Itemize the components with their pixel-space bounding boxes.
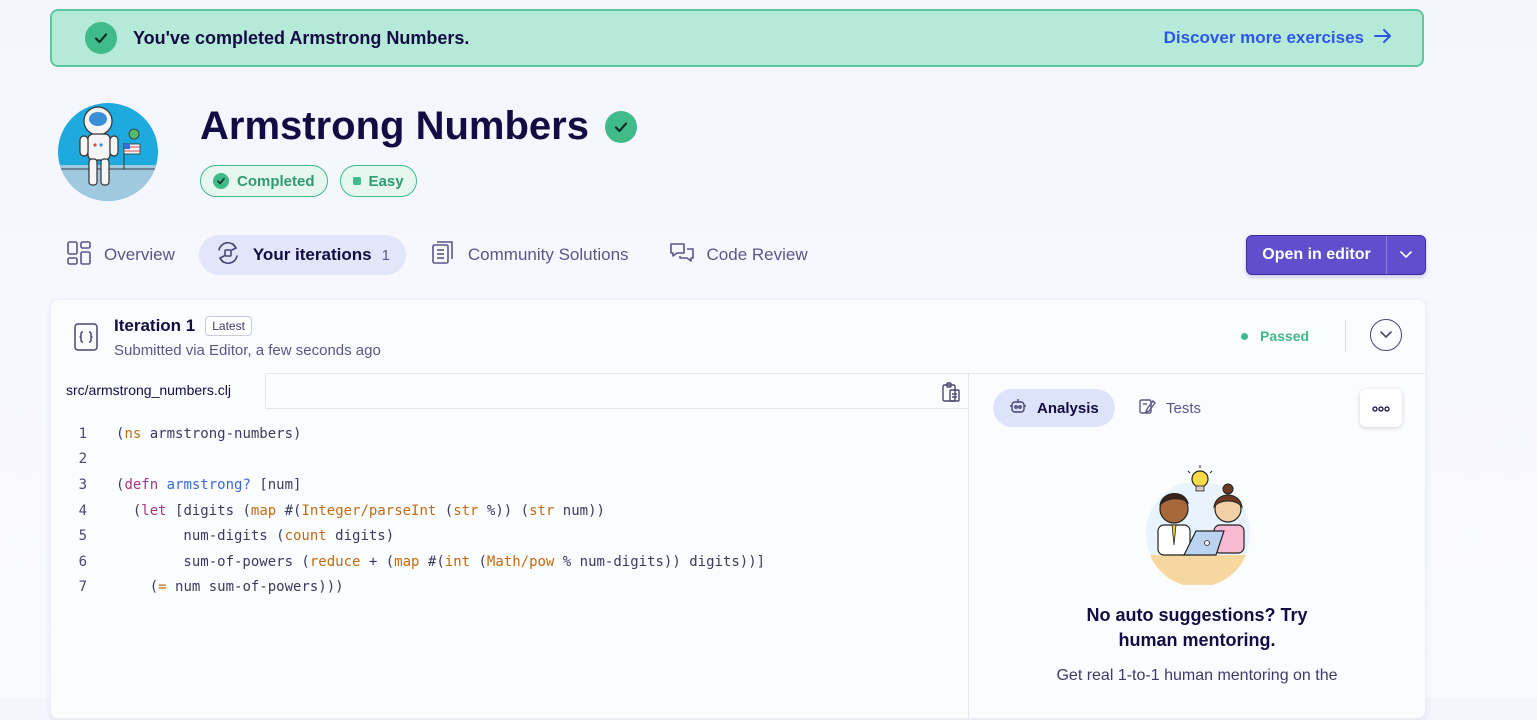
code-line: 2	[51, 447, 765, 473]
tab-community-solutions[interactable]: Community Solutions	[414, 235, 645, 275]
tab-your-iterations-label: Your iterations	[252, 245, 372, 264]
tab-your-iterations[interactable]: Your iterations 1	[198, 235, 406, 275]
tests-status-label: Passed	[1260, 328, 1310, 344]
tab-tests[interactable]: Tests	[1122, 389, 1217, 427]
code-line: 4 (let [digits (map #(Integer/parseInt (…	[51, 498, 765, 524]
iteration-title-row: Iteration 1 Latest	[114, 316, 252, 336]
tab-code-review[interactable]: Code Review	[653, 235, 824, 275]
completed-tag-label: Completed	[237, 172, 315, 190]
analysis-pane: Analysis Tests No auto suggestions? Try …	[969, 373, 1425, 720]
completed-tag: Completed	[200, 165, 328, 197]
line-number: 3	[78, 476, 87, 493]
mentoring-body: Get real 1-to-1 human mentoring on the	[1056, 667, 1338, 684]
expand-iteration-button[interactable]	[1370, 319, 1402, 351]
code-viewer: src/armstrong_numbers.clj 1 (ns armstrong…	[51, 373, 969, 720]
tab-overview-label: Overview	[104, 245, 175, 264]
exercise-tabs: Overview Your iterations 1 Community Sol…	[50, 235, 832, 275]
iterations-count: 1	[381, 246, 390, 264]
iteration-header: Iteration 1 Latest Submitted via Editor,…	[51, 300, 1425, 374]
code-line: 5 num-digits (count digits)	[51, 523, 765, 549]
code-block: 1 (ns armstrong-numbers) 2 3 (defn armstro…	[51, 421, 766, 601]
tab-overview[interactable]: Overview	[50, 235, 191, 275]
iterations-icon	[215, 240, 241, 271]
tests-status: Passed	[1241, 328, 1309, 344]
code-line: 3 (defn armstrong? [num]	[51, 472, 765, 498]
mentoring-illustration	[1138, 465, 1258, 587]
copy-to-clipboard-icon[interactable]	[942, 382, 960, 407]
file-tab[interactable]: src/armstrong_numbers.clj	[51, 373, 266, 409]
discover-more-link[interactable]: Discover more exercises	[1164, 28, 1392, 48]
code-file-icon	[74, 323, 98, 351]
line-number: 2	[78, 451, 87, 468]
chevron-down-icon	[1379, 326, 1393, 344]
code-line-text: (ns armstrong-numbers)	[116, 425, 302, 442]
exercise-title-row: Armstrong Numbers	[200, 104, 637, 149]
discover-more-label: Discover more exercises	[1163, 28, 1364, 47]
exercise-tags: Completed Easy	[200, 165, 417, 197]
iteration-title: Iteration 1	[114, 316, 196, 335]
completed-check-icon	[604, 110, 637, 143]
tab-community-solutions-label: Community Solutions	[467, 245, 629, 264]
difficulty-tag: Easy	[339, 165, 417, 197]
code-line: 7 (= num sum-of-powers)))	[51, 575, 765, 601]
difficulty-tag-label: Easy	[368, 172, 404, 190]
iteration-panel: Iteration 1 Latest Submitted via Editor,…	[50, 299, 1426, 720]
code-line-text: (let [digits (map #(Integer/parseInt (st…	[116, 502, 605, 519]
code-line-text: num-digits (count digits)	[116, 528, 395, 545]
latest-badge: Latest	[205, 316, 252, 336]
code-line-text: (defn armstrong? [num]	[116, 476, 302, 493]
line-number: 6	[78, 553, 87, 570]
check-icon	[85, 22, 117, 54]
completion-message: You've completed Armstrong Numbers.	[133, 27, 470, 48]
mentoring-heading-line2: human mentoring.	[1118, 630, 1276, 650]
tab-code-review-label: Code Review	[706, 245, 808, 264]
check-icon	[213, 173, 229, 189]
code-review-icon	[669, 240, 695, 271]
divider	[1345, 320, 1346, 352]
code-line-text: (= num sum-of-powers)))	[116, 579, 344, 596]
open-in-editor-main[interactable]: Open in editor	[1247, 236, 1386, 274]
code-line-text: sum-of-powers (reduce + (map #(int (Math…	[116, 553, 766, 570]
status-dot-icon	[1241, 332, 1248, 340]
line-number: 4	[78, 502, 87, 519]
tab-tests-label: Tests	[1166, 399, 1202, 417]
iteration-subtitle: Submitted via Editor, a few seconds ago	[114, 342, 381, 359]
line-number: 1	[78, 425, 87, 442]
line-number: 5	[78, 528, 87, 545]
robot-icon	[1009, 397, 1027, 419]
completion-banner: You've completed Armstrong Numbers. Disc…	[50, 9, 1424, 67]
exercise-avatar	[58, 103, 158, 201]
more-horizontal-icon	[1372, 399, 1390, 417]
exercise-title: Armstrong Numbers	[200, 104, 589, 148]
chevron-down-icon	[1399, 246, 1413, 264]
mentoring-heading: No auto suggestions? Try human mentoring…	[969, 603, 1425, 653]
code-line: 6 sum-of-powers (reduce + (map #(int (Ma…	[51, 549, 766, 575]
overview-icon	[66, 240, 92, 271]
open-in-editor-button: Open in editor	[1246, 235, 1426, 275]
community-solutions-icon	[430, 240, 456, 271]
difficulty-square-icon	[352, 177, 361, 185]
line-number: 7	[78, 579, 87, 596]
tests-icon	[1138, 397, 1156, 419]
arrow-right-icon	[1374, 28, 1392, 48]
code-line: 1 (ns armstrong-numbers)	[51, 421, 765, 447]
tab-analysis-label: Analysis	[1037, 399, 1099, 417]
open-editor-dropdown[interactable]	[1386, 236, 1425, 274]
tab-analysis[interactable]: Analysis	[993, 389, 1115, 427]
mentoring-heading-line1: No auto suggestions? Try	[1086, 605, 1308, 625]
more-options-button[interactable]	[1360, 389, 1402, 427]
